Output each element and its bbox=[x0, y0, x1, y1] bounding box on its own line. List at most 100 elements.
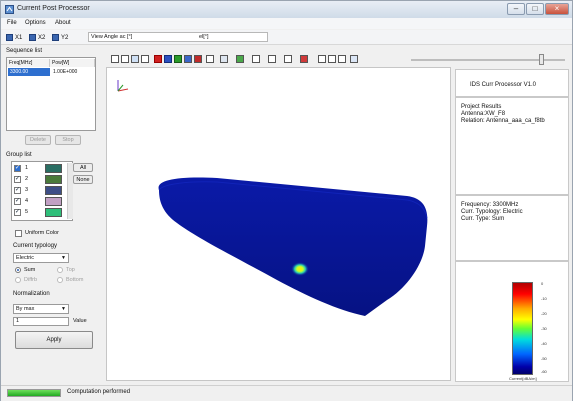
parameters-panel: Frequency: 3300MHz Curr. Typology: Elect… bbox=[455, 195, 569, 261]
window-title: Current Post Processor bbox=[17, 5, 90, 12]
app-icon bbox=[5, 5, 14, 14]
table-row[interactable]: 3300.00 1.00E+000 bbox=[8, 68, 94, 76]
group-2-checkbox[interactable]: ✓ bbox=[14, 176, 21, 183]
slider-thumb[interactable] bbox=[539, 54, 544, 65]
mesh-icon[interactable] bbox=[236, 55, 244, 63]
arrow-tool-icon[interactable] bbox=[252, 55, 260, 63]
progress-bar bbox=[7, 389, 61, 397]
radio-bottom[interactable] bbox=[57, 277, 63, 283]
select-none-button[interactable]: None bbox=[73, 175, 93, 184]
view-angle-field[interactable]: View Angle ac [°] el[°] bbox=[88, 32, 268, 42]
shade-icon[interactable] bbox=[184, 55, 192, 63]
view-y2-label: Y2 bbox=[61, 34, 69, 41]
render-viewport[interactable] bbox=[106, 67, 451, 381]
group-number: 3 bbox=[25, 187, 29, 193]
list-item[interactable]: ✓ 2 bbox=[14, 175, 68, 185]
group-list[interactable]: ✓ 1 ✓ 2 ✓ 3 ✓ 4 ✓ 5 bbox=[11, 161, 73, 221]
sequence-header-pow[interactable]: Pow[W] bbox=[50, 59, 95, 67]
group-3-checkbox[interactable]: ✓ bbox=[14, 187, 21, 194]
mesh-model[interactable] bbox=[158, 177, 428, 317]
list-item[interactable]: ✓ 4 bbox=[14, 197, 68, 207]
close-button[interactable]: × bbox=[545, 3, 569, 15]
group-color-swatch[interactable] bbox=[45, 197, 62, 206]
normalization-value-input[interactable]: 1 bbox=[13, 317, 69, 326]
resize-icon[interactable] bbox=[284, 55, 292, 63]
current-typology-label: Current typology bbox=[13, 243, 58, 249]
group-color-swatch[interactable] bbox=[45, 164, 62, 173]
param-typology: Curr. Typology: Electric bbox=[461, 209, 523, 215]
next-icon[interactable] bbox=[328, 55, 336, 63]
axes-icon[interactable] bbox=[206, 55, 214, 63]
menu-file[interactable]: File bbox=[7, 20, 17, 26]
select-all-button[interactable]: All bbox=[73, 163, 93, 172]
group-1-checkbox[interactable]: ✓ bbox=[14, 165, 21, 172]
sequence-cell-freq: 3300.00 bbox=[8, 68, 50, 76]
status-text: Computation performed bbox=[67, 389, 131, 395]
zoom-fit-icon[interactable] bbox=[111, 55, 119, 63]
view-y2-button[interactable]: Y2 bbox=[52, 33, 68, 42]
group-number: 4 bbox=[25, 198, 29, 204]
green-view-icon[interactable] bbox=[174, 55, 182, 63]
colorbar bbox=[512, 282, 533, 375]
render-canvas[interactable] bbox=[107, 68, 450, 380]
grid-icon[interactable] bbox=[220, 55, 228, 63]
radio-diff-label: Diffrb bbox=[24, 277, 38, 283]
rotate-icon[interactable] bbox=[141, 55, 149, 63]
view-x1-label: X1 bbox=[15, 34, 23, 41]
radio-bottom-label: Bottom bbox=[66, 277, 84, 283]
blue-view-icon[interactable] bbox=[164, 55, 172, 63]
list-item[interactable]: ✓ 5 bbox=[14, 208, 68, 218]
minimize-button[interactable]: – bbox=[507, 3, 525, 15]
colorbar-tick: -50 bbox=[541, 356, 547, 361]
select-mode-icon[interactable] bbox=[131, 55, 139, 63]
delete-button[interactable]: Delete bbox=[25, 135, 51, 145]
sequence-header-freq[interactable]: Freq[MHz] bbox=[7, 59, 50, 67]
list-item[interactable]: ✓ 3 bbox=[14, 186, 68, 196]
typology-select-value: Electric bbox=[16, 255, 35, 261]
apply-button[interactable]: Apply bbox=[15, 331, 93, 349]
current-hotspot bbox=[291, 262, 309, 276]
list-item[interactable]: ✓ 1 bbox=[14, 164, 68, 174]
colorbar-tick: 0 bbox=[541, 281, 544, 286]
sequence-table[interactable]: Freq[MHz] Pow[W] 3300.00 1.00E+000 bbox=[6, 57, 96, 131]
typology-select[interactable]: Electric ▼ bbox=[13, 253, 69, 263]
view-x1-button[interactable]: X1 bbox=[6, 33, 22, 42]
red-view-icon[interactable] bbox=[154, 55, 162, 63]
play-icon[interactable] bbox=[318, 55, 326, 63]
chevron-down-icon: ▼ bbox=[61, 255, 66, 261]
param-type: Curr. Type: Sum bbox=[461, 216, 505, 222]
group-5-checkbox[interactable]: ✓ bbox=[14, 209, 21, 216]
radio-diff[interactable] bbox=[15, 277, 21, 283]
group-list-scrollbar[interactable] bbox=[67, 163, 73, 219]
group-color-swatch[interactable] bbox=[45, 208, 62, 217]
view-x1-icon bbox=[6, 34, 13, 41]
cut-plane-icon[interactable] bbox=[194, 55, 202, 63]
colorbar-tick: -10 bbox=[541, 296, 547, 301]
menu-options[interactable]: Options bbox=[25, 20, 46, 26]
view-y2-icon bbox=[52, 34, 59, 41]
pause-icon[interactable] bbox=[338, 55, 346, 63]
maximize-button[interactable]: □ bbox=[526, 3, 544, 15]
group-number: 2 bbox=[25, 176, 29, 182]
group-4-checkbox[interactable]: ✓ bbox=[14, 198, 21, 205]
view-angle-label: View Angle ac [°] bbox=[91, 34, 133, 40]
marker-icon[interactable] bbox=[300, 55, 308, 63]
param-frequency: Frequency: 3300MHz bbox=[461, 202, 519, 208]
zoom-in-icon[interactable] bbox=[121, 55, 129, 63]
group-color-swatch[interactable] bbox=[45, 175, 62, 184]
normalization-label: Normalization bbox=[13, 291, 50, 297]
view-x2-button[interactable]: X2 bbox=[29, 33, 45, 42]
radio-sum[interactable] bbox=[15, 267, 21, 273]
uniform-color-checkbox[interactable] bbox=[15, 230, 22, 237]
radio-top[interactable] bbox=[57, 267, 63, 273]
normalization-value-label: Value bbox=[73, 318, 87, 324]
measure-icon[interactable] bbox=[268, 55, 276, 63]
group-color-swatch[interactable] bbox=[45, 186, 62, 195]
colorbar-tick: -20 bbox=[541, 311, 547, 316]
title-bar: Current Post Processor – □ × bbox=[1, 1, 572, 18]
menu-about[interactable]: About bbox=[55, 20, 71, 26]
normalization-select[interactable]: By max ▼ bbox=[13, 304, 69, 314]
menu-bar: File Options About bbox=[1, 18, 572, 29]
stop-icon[interactable] bbox=[350, 55, 358, 63]
stop-button[interactable]: Stop bbox=[55, 135, 81, 145]
